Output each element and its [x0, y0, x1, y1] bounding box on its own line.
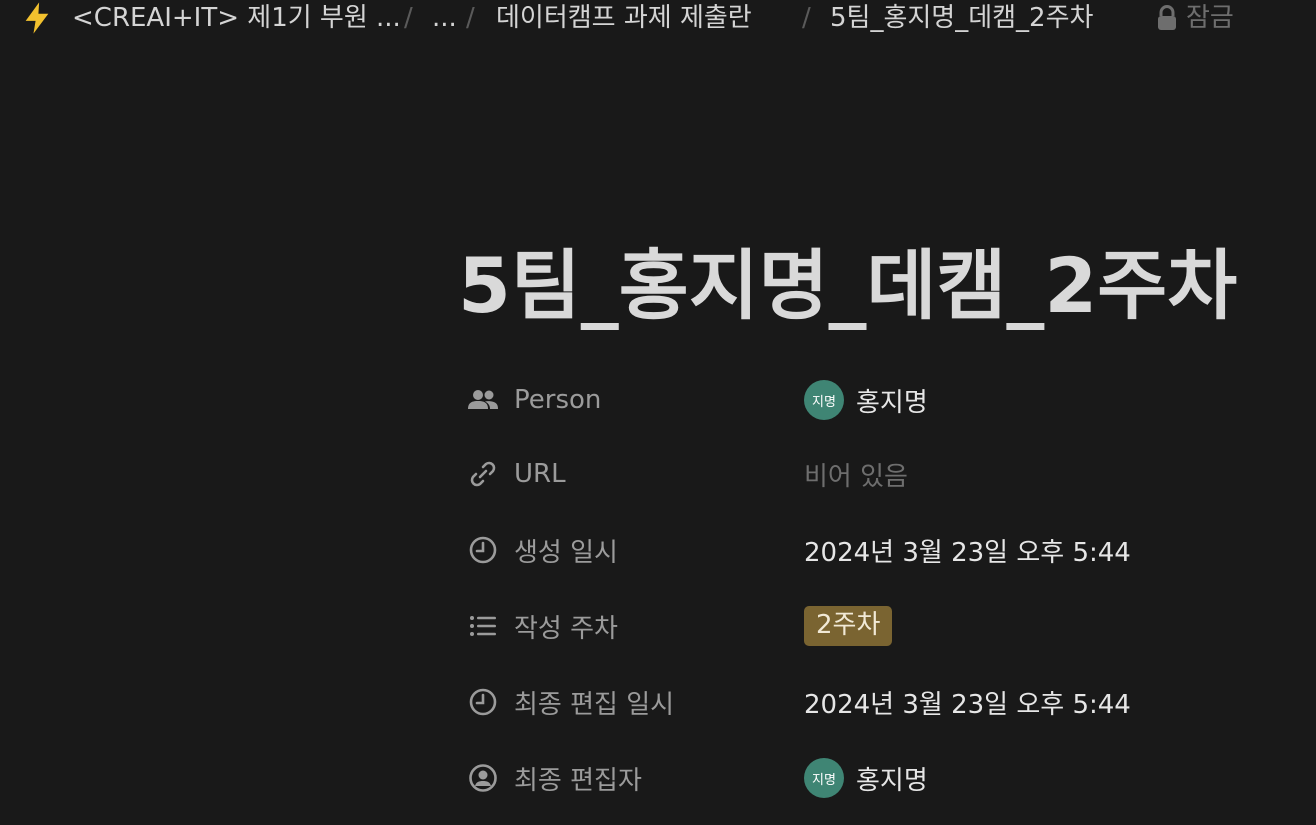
property-row-person: Person 지명 홍지명 [466, 372, 1316, 428]
breadcrumb-separator: / [404, 3, 413, 33]
person-name: 홍지명 [856, 765, 928, 796]
property-name[interactable]: URL [466, 457, 804, 491]
property-label: 생성 일시 [514, 537, 618, 568]
property-label: Person [514, 385, 602, 415]
select-tag: 2주차 [804, 606, 893, 646]
property-row-url: URL 비어 있음 [466, 446, 1316, 502]
breadcrumb-item-current-page[interactable]: 5팀_홍지명_데캠_2주차 [830, 2, 1093, 34]
property-row-last-edited-by: 최종 편집자 지명 홍지명 [466, 750, 1316, 806]
user-circle-icon [469, 764, 497, 792]
lightning-icon[interactable] [20, 1, 54, 35]
lock-label: 잠금 [1186, 3, 1234, 33]
property-value-person[interactable]: 지명 홍지명 [804, 380, 928, 420]
avatar: 지명 [804, 758, 844, 798]
property-label: 작성 주차 [514, 613, 618, 644]
breadcrumb: <CREAI+IT> 제1기 부원 ... / ... / 데이터캠프 과제 제… [0, 0, 1316, 36]
property-row-week: 작성 주차 2주차 [466, 598, 1316, 654]
breadcrumb-item-workspace[interactable]: <CREAI+IT> 제1기 부원 ... [72, 2, 401, 34]
property-row-last-edited-time: 최종 편집 일시 2024년 3월 23일 오후 5:44 [466, 674, 1316, 730]
people-icon [468, 390, 498, 409]
property-value-last-edited-time[interactable]: 2024년 3월 23일 오후 5:44 [804, 684, 1131, 721]
property-label: URL [514, 459, 566, 489]
property-value-week[interactable]: 2주차 [804, 606, 893, 646]
property-value-last-edited-by[interactable]: 지명 홍지명 [804, 758, 928, 798]
breadcrumb-separator: / [802, 3, 811, 33]
lock-icon [1158, 5, 1176, 30]
property-label: 최종 편집 일시 [514, 689, 675, 720]
property-row-created-time: 생성 일시 2024년 3월 23일 오후 5:44 [466, 522, 1316, 578]
datetime-value: 2024년 3월 23일 오후 5:44 [804, 689, 1131, 720]
property-name[interactable]: 작성 주차 [466, 608, 804, 645]
datetime-value: 2024년 3월 23일 오후 5:44 [804, 537, 1131, 568]
lock-indicator[interactable]: 잠금 [1156, 2, 1234, 34]
property-name[interactable]: 생성 일시 [466, 532, 804, 569]
page-title[interactable]: 5팀_홍지명_데캠_2주차 [458, 238, 1237, 334]
breadcrumb-separator: / [466, 3, 475, 33]
person-name: 홍지명 [856, 387, 928, 418]
clock-icon [469, 688, 497, 716]
empty-placeholder: 비어 있음 [804, 461, 908, 492]
property-name[interactable]: Person [466, 383, 804, 417]
property-value-created-time[interactable]: 2024년 3월 23일 오후 5:44 [804, 532, 1131, 569]
breadcrumb-item-collapsed[interactable]: ... [432, 2, 457, 34]
property-value-url[interactable]: 비어 있음 [804, 456, 908, 493]
property-name[interactable]: 최종 편집 일시 [466, 684, 804, 721]
property-label: 최종 편집자 [514, 765, 642, 796]
link-icon [470, 461, 496, 487]
avatar: 지명 [804, 380, 844, 420]
breadcrumb-item-database[interactable]: 데이터캠프 과제 제출란 [496, 2, 752, 34]
property-name[interactable]: 최종 편집자 [466, 760, 804, 797]
clock-icon [469, 536, 497, 564]
list-icon [470, 616, 496, 636]
